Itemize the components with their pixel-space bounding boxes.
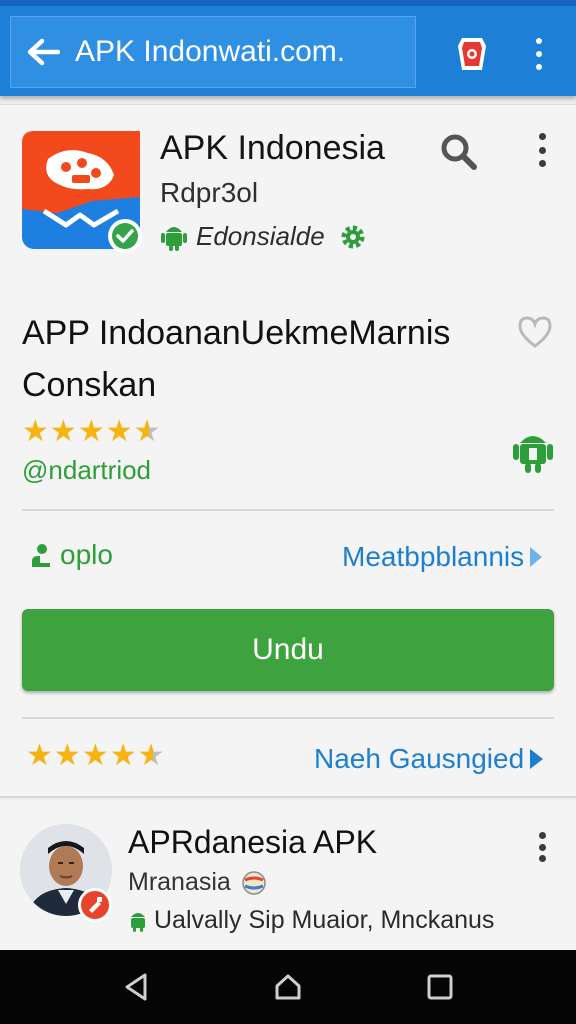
related-subtitle-row: Mranasia (128, 868, 267, 897)
app-name: APK Indonesia (160, 129, 385, 167)
chevron-right-icon (530, 547, 543, 567)
search-icon (441, 134, 477, 170)
globe-icon (242, 870, 266, 895)
android-icon (161, 226, 187, 251)
star-icon: ★ (81, 739, 109, 772)
app-logo (22, 131, 142, 253)
star-icon: ★ (26, 739, 53, 772)
browser-menu-button[interactable] (524, 34, 554, 74)
star-icon: ★ (77, 415, 105, 448)
app-shortcut-icon (458, 38, 486, 70)
related-app-subtitle: Mranasia (128, 868, 231, 896)
star-icon: ★ (53, 739, 81, 772)
back-button[interactable] (11, 16, 75, 88)
category-row: Edonsialde (160, 221, 367, 252)
more-vert-icon (538, 133, 546, 140)
address-bar[interactable]: APK Indonwati.com. (10, 16, 416, 88)
star-icon: ★ (105, 415, 133, 448)
more-vert-icon (538, 832, 546, 839)
nav-home-button[interactable] (264, 963, 312, 1011)
back-triangle-icon (125, 973, 147, 1001)
option-label: oplo (60, 539, 113, 570)
star-icon: ★ (49, 415, 77, 448)
star-icon: ★ (133, 415, 161, 448)
divider (22, 509, 554, 511)
related-app-title: APRdanesia APK (128, 824, 378, 860)
related-menu-button[interactable] (526, 832, 558, 862)
home-icon (275, 974, 301, 1000)
related-desc-row: Ualvally Sip Muaior, Mnckanus (128, 906, 494, 935)
review-star-rating: ★ ★ ★ ★ ★ (26, 741, 165, 771)
star-icon: ★ (137, 739, 165, 772)
android-icon (131, 912, 145, 932)
app-badge-icon (78, 888, 112, 922)
more-info-label: Meatbpblannis (342, 541, 525, 572)
related-app-item[interactable]: APRdanesia APK Mranasia Ualvally Sip Mua… (0, 800, 576, 950)
category-label: Edonsialde (196, 221, 325, 251)
user-edit-icon (32, 544, 50, 567)
arrow-left-icon (27, 38, 60, 66)
developer-handle: @ndartriod (22, 455, 152, 485)
chevron-right-icon (530, 749, 544, 769)
star-icon: ★ (22, 415, 49, 448)
verified-check-icon (108, 219, 142, 253)
star-rating: ★ ★ ★ ★ ★ (22, 417, 161, 447)
app-title: APP IndoananUekmeMarnis Conskan (22, 314, 451, 404)
android-robot-icon (513, 436, 553, 473)
option-row[interactable]: oplo (28, 539, 113, 571)
gear-icon (341, 225, 365, 248)
heart-icon (518, 316, 552, 348)
app-shortcut-button[interactable] (456, 36, 488, 72)
url-text: APK Indonwati.com. (75, 35, 346, 68)
system-navigation-bar (0, 950, 576, 1024)
developer-name: Rdpr3ol (160, 177, 259, 208)
more-info-link[interactable]: Meatbpblannis (342, 541, 543, 573)
nav-recents-button[interactable] (416, 963, 464, 1011)
reviews-link-label: Naeh Gausngied (314, 743, 525, 774)
related-app-description: Ualvally Sip Muaior, Mnckanus (154, 906, 495, 934)
divider (22, 717, 554, 719)
star-icon: ★ (109, 739, 137, 772)
search-button[interactable] (438, 131, 480, 173)
recents-square-icon (427, 974, 453, 1000)
download-button[interactable]: Undu (22, 609, 554, 691)
nav-back-button[interactable] (112, 963, 160, 1011)
top-app-bar: APK Indonwati.com. (0, 0, 576, 96)
card-menu-button[interactable] (526, 133, 558, 167)
favorite-button[interactable] (516, 315, 554, 349)
platform-badge[interactable] (512, 429, 554, 475)
reviews-link[interactable]: Naeh Gausngied (314, 743, 544, 775)
app-detail-card: APK Indonesia Rdpr3ol Edonsialde APP Ind… (0, 104, 576, 798)
more-vert-icon (536, 38, 542, 44)
